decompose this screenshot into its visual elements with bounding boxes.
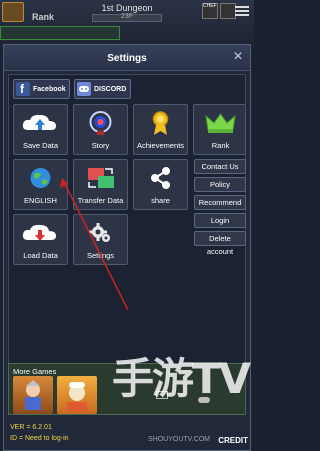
hamburger-menu-icon[interactable] xyxy=(235,4,249,18)
dialog-header: Settings × xyxy=(4,45,250,71)
contact-us-button[interactable]: Contact Us xyxy=(194,159,246,174)
inventory-icon xyxy=(220,3,236,19)
load-data-button[interactable]: Load Data xyxy=(13,214,68,265)
story-label: Story xyxy=(91,141,110,150)
settings-button[interactable]: Settings xyxy=(73,214,128,265)
hud-slots xyxy=(0,26,120,40)
medal-icon xyxy=(152,111,169,135)
chef-label: CHEF xyxy=(203,3,217,9)
crown-icon xyxy=(205,113,236,133)
policy-button[interactable]: Policy xyxy=(194,177,246,192)
credit-button[interactable]: CREDIT xyxy=(218,436,248,445)
globe-icon xyxy=(30,168,51,188)
settings-label: Settings xyxy=(86,251,115,260)
discord-button[interactable]: DISCORD xyxy=(74,79,131,99)
rank-label: Rank xyxy=(211,141,230,150)
facebook-button[interactable]: f Facebook xyxy=(13,79,70,99)
watermark-logo: 手游TV xyxy=(112,354,251,403)
cloud-download-icon xyxy=(22,224,56,241)
more-games-label: More Games xyxy=(13,367,57,376)
version-text: VER = 6.2.01 xyxy=(10,424,52,431)
dialog-title: Settings xyxy=(107,53,147,64)
share-button[interactable]: share xyxy=(133,159,188,210)
achievements-label: Achievements xyxy=(136,141,185,150)
load-data-label: Load Data xyxy=(23,251,58,260)
story-portal-icon xyxy=(89,111,112,135)
discord-icon xyxy=(77,82,91,96)
delete-account-button[interactable]: Delete account xyxy=(194,231,246,256)
game-thumb-knight-icon[interactable] xyxy=(13,376,53,414)
facebook-label: Facebook xyxy=(33,86,66,93)
game-hud: Rank 1st Dungeon 23F CHEF xyxy=(0,0,254,48)
achievements-button[interactable]: Achievements xyxy=(133,104,188,155)
save-data-button[interactable]: Save Data xyxy=(13,104,68,155)
transfer-data-label: Transfer Data xyxy=(77,196,124,205)
facebook-icon: f xyxy=(16,82,30,96)
login-button[interactable]: Login xyxy=(194,213,246,228)
story-button[interactable]: Story xyxy=(73,104,128,155)
login-id-text: ID = Need to log-in xyxy=(10,435,69,442)
language-button[interactable]: ENGLISH xyxy=(13,159,68,210)
share-label: share xyxy=(151,196,170,205)
chef-icon: CHEF xyxy=(202,3,218,19)
language-label: ENGLISH xyxy=(24,196,57,205)
transfer-icon xyxy=(88,168,114,188)
cloud-upload-icon xyxy=(22,114,56,130)
gear-icon xyxy=(89,223,110,242)
save-data-label: Save Data xyxy=(22,141,59,150)
game-thumb-chef-icon[interactable] xyxy=(57,376,97,414)
watermark-url: SHOUYOUTV.COM xyxy=(148,436,210,443)
share-icon xyxy=(151,167,170,189)
settings-panel: f Facebook DISCORD Save Data Story Achie… xyxy=(8,74,246,364)
recommend-button[interactable]: Recommend xyxy=(194,195,246,210)
close-button[interactable]: × xyxy=(230,49,246,65)
transfer-data-button[interactable]: Transfer Data xyxy=(73,159,128,210)
discord-label: DISCORD xyxy=(94,86,127,93)
rank-button[interactable]: Rank xyxy=(193,104,246,155)
